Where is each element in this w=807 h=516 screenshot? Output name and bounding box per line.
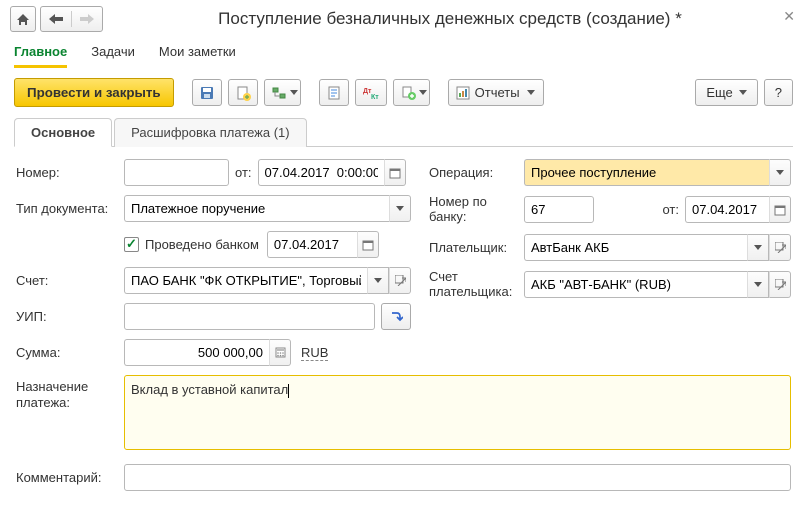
payer-label: Плательщик:: [429, 240, 524, 255]
purpose-textarea[interactable]: Вклад в уставной капитал: [124, 375, 791, 450]
form-left-column: Номер: от: Тип документа:: [16, 159, 411, 375]
doctype-input[interactable]: [124, 195, 389, 222]
dropdown-icon[interactable]: [747, 271, 769, 298]
form-right-column: Операция: Номер по банку: от:: [429, 159, 791, 375]
form: Номер: от: Тип документа:: [14, 147, 793, 512]
comment-label: Комментарий:: [16, 470, 124, 485]
relations-button[interactable]: [264, 79, 301, 106]
payer-acc-label: Счет плательщика:: [429, 270, 524, 300]
toolbar: Провести и закрыть ДтКт Отчеты Еще ?: [0, 68, 807, 117]
tab-basic[interactable]: Основное: [14, 118, 112, 147]
submit-close-button[interactable]: Провести и закрыть: [14, 78, 174, 107]
doctype-label: Тип документа:: [16, 201, 124, 216]
main-tabs: Главное Задачи Мои заметки: [0, 38, 807, 68]
create-on-basis-button[interactable]: [393, 79, 430, 106]
operation-label: Операция:: [429, 165, 524, 180]
dropdown-icon[interactable]: [389, 195, 411, 222]
dropdown-icon[interactable]: [747, 234, 769, 261]
more-button[interactable]: Еще: [695, 79, 757, 106]
bank-from-label: от:: [662, 202, 679, 217]
currency-link[interactable]: RUB: [301, 345, 328, 361]
reports-label: Отчеты: [475, 85, 520, 100]
payer-acc-input[interactable]: [524, 271, 747, 298]
banknum-input[interactable]: [524, 196, 594, 223]
bank-done-checkbox[interactable]: Проведено банком: [124, 237, 259, 252]
content: Основное Расшифровка платежа (1) Номер: …: [0, 117, 807, 512]
bank-from-date[interactable]: [685, 196, 769, 223]
from-label: от:: [235, 165, 252, 180]
account-input[interactable]: [124, 267, 367, 294]
chevron-down-icon: [419, 90, 427, 95]
calendar-icon[interactable]: [384, 159, 406, 186]
sub-tabs: Основное Расшифровка платежа (1): [14, 117, 793, 147]
dropdown-icon[interactable]: [769, 159, 791, 186]
open-icon[interactable]: [769, 271, 791, 298]
nav-back-forward: [40, 6, 103, 32]
date-input[interactable]: [258, 159, 384, 186]
home-button[interactable]: [10, 6, 36, 32]
operation-input[interactable]: [524, 159, 769, 186]
tab-main[interactable]: Главное: [14, 38, 67, 68]
chevron-down-icon: [739, 90, 747, 95]
open-icon[interactable]: [769, 234, 791, 261]
chevron-down-icon: [527, 90, 535, 95]
page-title: Поступление безналичных денежных средств…: [103, 9, 797, 29]
dtkt-button[interactable]: ДтКт: [355, 79, 387, 106]
check-icon: [124, 237, 139, 252]
uip-label: УИП:: [16, 309, 124, 324]
sum-input[interactable]: [124, 339, 269, 366]
sum-label: Сумма:: [16, 345, 124, 360]
uip-arrow-button[interactable]: [381, 303, 411, 330]
back-button[interactable]: [41, 11, 72, 27]
svg-text:Кт: Кт: [371, 94, 379, 100]
account-label: Счет:: [16, 273, 124, 288]
forward-button[interactable]: [72, 11, 102, 27]
window-header: Поступление безналичных денежных средств…: [0, 0, 807, 38]
bank-done-date[interactable]: [267, 231, 357, 258]
post-button[interactable]: [228, 79, 258, 106]
dropdown-icon[interactable]: [367, 267, 389, 294]
number-label: Номер:: [16, 165, 124, 180]
reports-button[interactable]: Отчеты: [448, 79, 544, 106]
tab-notes[interactable]: Мои заметки: [159, 38, 236, 68]
tab-tasks[interactable]: Задачи: [91, 38, 135, 68]
banknum-label: Номер по банку:: [429, 195, 524, 225]
help-button[interactable]: ?: [764, 79, 793, 106]
calc-icon[interactable]: [269, 339, 291, 366]
tab-decoding[interactable]: Расшифровка платежа (1): [114, 118, 306, 147]
save-button[interactable]: [192, 79, 222, 106]
chevron-down-icon: [290, 90, 298, 95]
doc-button[interactable]: [319, 79, 349, 106]
close-icon[interactable]: ✕: [783, 8, 795, 25]
number-input[interactable]: [124, 159, 229, 186]
calendar-icon[interactable]: [769, 196, 791, 223]
uip-input[interactable]: [124, 303, 375, 330]
open-icon[interactable]: [389, 267, 411, 294]
payer-input[interactable]: [524, 234, 747, 261]
calendar-icon[interactable]: [357, 231, 379, 258]
comment-input[interactable]: [124, 464, 791, 491]
purpose-label: Назначение платежа:: [16, 375, 124, 410]
